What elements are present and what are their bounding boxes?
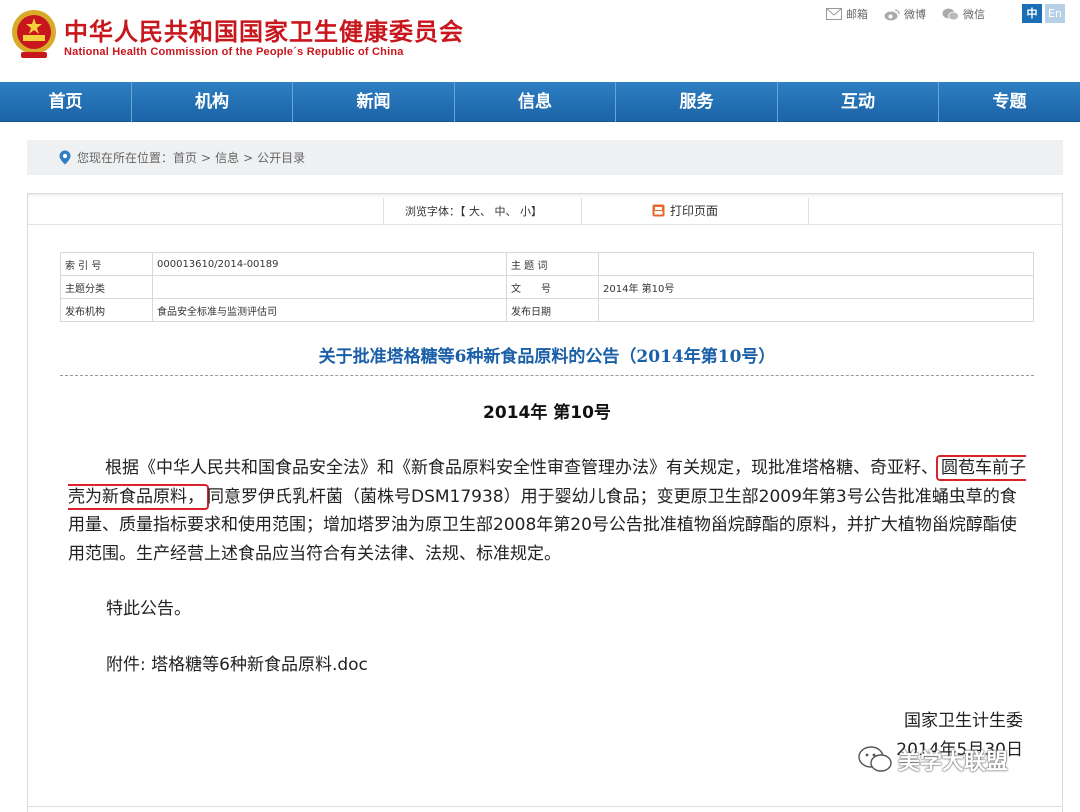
font-large-option[interactable]: 大 <box>469 205 480 218</box>
title-divider <box>60 375 1034 376</box>
mail-link[interactable]: 邮箱 <box>826 6 868 22</box>
nav-item-home[interactable]: 首页 <box>0 82 132 122</box>
site-header: 中华人民共和国国家卫生健康委员会 National Health Commiss… <box>0 0 1080 82</box>
issuer-value: 食品安全标准与监测评估司 <box>152 298 507 322</box>
keyword-value <box>598 252 1034 276</box>
closing-text: 特此公告。 <box>106 599 191 619</box>
document-body: 根据《中华人民共和国食品安全法》和《新食品原料安全性审查管理办法》有关规定，现批… <box>68 454 1028 568</box>
nav-item-services[interactable]: 服务 <box>616 82 778 122</box>
font-size-close: 】 <box>531 205 542 218</box>
site-subtitle: National Health Commission of the People… <box>64 46 404 58</box>
font-medium-option[interactable]: 中 <box>495 205 506 218</box>
wechat-link[interactable]: 微信 <box>942 6 985 22</box>
body-text-part2: 同意罗伊氏乳杆菌（菌株号DSM17938）用于婴幼儿食品；变更原卫生部2009年… <box>68 486 1017 564</box>
font-small-option[interactable]: 小 <box>520 205 531 218</box>
mail-icon <box>826 8 842 20</box>
watermark-text: 美学大联盟 <box>898 750 1009 775</box>
breadcrumb-separator: > <box>243 150 254 165</box>
keyword-key: 主 题 词 <box>506 252 599 276</box>
signer: 国家卫生计生委 <box>904 711 1023 731</box>
index-number-value: 000013610/2014-00189 <box>152 252 507 276</box>
issuer-key: 发布机构 <box>60 298 153 322</box>
wechat-watermark-icon <box>858 746 892 772</box>
breadcrumb-catalog[interactable]: 公开目录 <box>257 149 305 166</box>
breadcrumb: 您现在所在位置： 首页 > 信息 > 公开目录 <box>27 140 1063 175</box>
printer-icon <box>652 204 665 217</box>
bottom-divider <box>27 806 1063 807</box>
publish-date-key: 发布日期 <box>506 298 599 322</box>
top-links: 邮箱 微博 微信 <box>826 6 985 22</box>
weibo-icon <box>884 8 900 20</box>
publish-date-value <box>598 298 1034 322</box>
breadcrumb-separator: > <box>201 150 212 165</box>
table-row: 发布机构 食品安全标准与监测评估司 发布日期 <box>60 298 1034 322</box>
font-size-label: 浏览字体：【 <box>405 205 466 218</box>
wechat-icon <box>942 8 959 20</box>
nav-item-organization[interactable]: 机构 <box>132 82 293 122</box>
breadcrumb-information[interactable]: 信息 <box>215 149 239 166</box>
table-row: 主题分类 文 号 2014年 第10号 <box>60 275 1034 299</box>
nav-item-news[interactable]: 新闻 <box>293 82 455 122</box>
doc-number-value: 2014年 第10号 <box>598 275 1034 299</box>
nav-item-topics[interactable]: 专题 <box>939 82 1080 122</box>
weibo-label: 微博 <box>904 8 926 21</box>
attachment-link[interactable]: 塔格糖等6种新食品原料.doc <box>151 655 368 675</box>
document-number: 2014年 第10号 <box>483 403 611 423</box>
lang-zh-button[interactable]: 中 <box>1022 4 1042 23</box>
attachment: 附件: 塔格糖等6种新食品原料.doc <box>106 650 368 675</box>
page-tools: 浏览字体：【 大、 中、 小】 打印页面 <box>27 193 1063 225</box>
wechat-label: 微信 <box>963 8 985 21</box>
doc-number-key: 文 号 <box>506 275 599 299</box>
breadcrumb-home[interactable]: 首页 <box>173 149 197 166</box>
main-nav: 首页 机构 新闻 信息 服务 互动 专题 <box>0 82 1080 122</box>
watermark: 美学大联盟 <box>858 744 1008 776</box>
national-emblem-icon <box>12 10 56 58</box>
category-key: 主题分类 <box>60 275 153 299</box>
print-button[interactable]: 打印页面 <box>652 202 718 219</box>
lang-en-button[interactable]: En <box>1045 4 1065 23</box>
location-pin-icon <box>59 150 71 165</box>
table-row: 索 引 号 000013610/2014-00189 主 题 词 <box>60 252 1034 276</box>
nav-item-interaction[interactable]: 互动 <box>778 82 939 122</box>
attachment-label: 附件: <box>106 655 152 675</box>
breadcrumb-prefix: 您现在所在位置： <box>77 151 174 165</box>
print-label: 打印页面 <box>670 204 719 218</box>
weibo-link[interactable]: 微博 <box>884 6 926 22</box>
tool-divider <box>383 198 384 224</box>
tool-divider <box>581 198 582 224</box>
document-metadata-table: 索 引 号 000013610/2014-00189 主 题 词 主题分类 文 … <box>60 252 1034 322</box>
body-text-part1: 根据《中华人民共和国食品安全法》和《新食品原料安全性审查管理办法》有关规定，现批… <box>105 458 938 478</box>
site-title[interactable]: 中华人民共和国国家卫生健康委员会 <box>64 12 464 47</box>
font-size-selector: 浏览字体：【 大、 中、 小】 <box>405 205 542 218</box>
mail-label: 邮箱 <box>846 8 868 21</box>
nav-item-information[interactable]: 信息 <box>455 82 616 122</box>
document-title: 关于批准塔格糖等6种新食品原料的公告（2014年第10号） <box>318 347 776 367</box>
index-number-key: 索 引 号 <box>60 252 153 276</box>
tool-divider <box>808 198 809 224</box>
category-value <box>152 275 507 299</box>
